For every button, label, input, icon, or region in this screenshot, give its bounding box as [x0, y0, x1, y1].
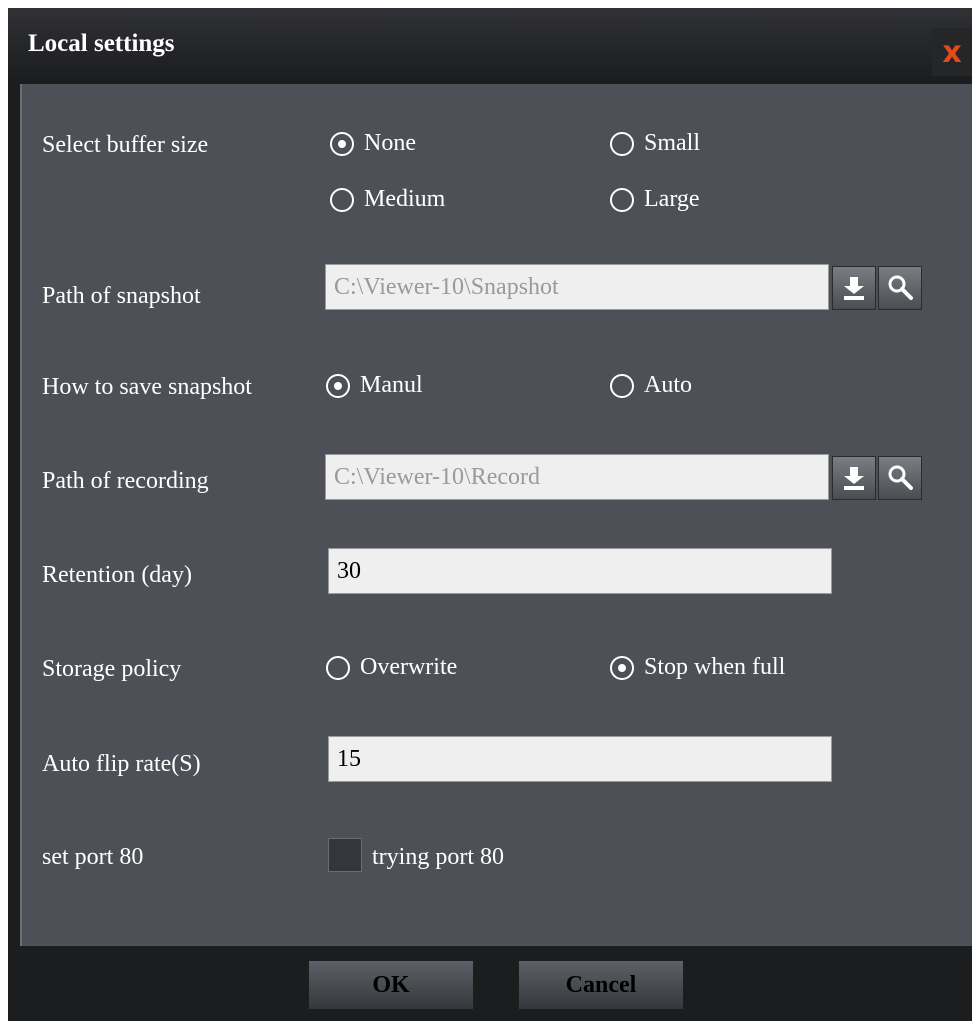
download-icon [844, 277, 864, 300]
search-icon [888, 465, 913, 490]
radio-save-auto[interactable]: Auto [610, 372, 692, 399]
buffer-size-label: Select buffer size [42, 132, 209, 158]
recording-download-button[interactable] [832, 456, 876, 500]
port-label: set port 80 [42, 844, 144, 870]
radio-indicator [610, 373, 634, 398]
close-icon: x [942, 34, 962, 70]
radio-buffer-small[interactable]: Small [610, 130, 700, 157]
trying-port-checkbox[interactable] [328, 838, 362, 872]
radio-label: None [364, 130, 416, 156]
radio-label: Auto [644, 372, 692, 398]
radio-label: Overwrite [360, 654, 458, 680]
radio-label: Medium [364, 186, 446, 212]
retention-label: Retention (day) [42, 562, 192, 588]
recording-path-field[interactable]: C:\Viewer-10\Record [325, 454, 829, 500]
cancel-button[interactable]: Cancel [518, 960, 684, 1010]
auto-flip-input[interactable]: 15 [328, 736, 832, 782]
radio-policy-overwrite[interactable]: Overwrite [326, 654, 457, 681]
snapshot-path-label: Path of snapshot [42, 283, 201, 309]
download-icon [844, 467, 864, 490]
radio-policy-stop-when-full[interactable]: Stop when full [610, 654, 785, 681]
dialog-footer: OK Cancel [20, 946, 972, 1021]
search-icon [888, 275, 913, 300]
title-bar[interactable]: Local settings x [8, 8, 972, 76]
radio-indicator [610, 187, 634, 212]
dialog-title: Local settings [28, 30, 175, 57]
close-button[interactable]: x [932, 28, 972, 76]
storage-policy-label: Storage policy [42, 656, 182, 682]
radio-selected-dot [618, 663, 626, 672]
recording-path-value: C:\Viewer-10\Record [334, 463, 541, 490]
radio-indicator [330, 187, 354, 212]
snapshot-path-value: C:\Viewer-10\Snapshot [334, 273, 559, 300]
radio-label: Small [644, 130, 701, 156]
radio-selected-dot [338, 139, 346, 148]
radio-label: Manul [360, 372, 423, 398]
ok-button-label: OK [372, 971, 410, 998]
radio-indicator [330, 131, 354, 156]
radio-save-manual[interactable]: Manul [326, 372, 423, 399]
retention-input[interactable]: 30 [328, 548, 832, 594]
ok-button[interactable]: OK [308, 960, 474, 1010]
radio-indicator [610, 655, 634, 680]
radio-label: Stop when full [644, 654, 786, 680]
local-settings-dialog: Local settings x Select buffer size None… [8, 8, 972, 1021]
radio-buffer-none[interactable]: None [330, 130, 416, 157]
radio-label: Large [644, 186, 700, 212]
radio-indicator [326, 655, 350, 680]
retention-value: 30 [337, 557, 361, 584]
radio-selected-dot [334, 381, 342, 390]
cancel-button-label: Cancel [565, 971, 637, 998]
auto-flip-label: Auto flip rate(S) [42, 751, 201, 777]
snapshot-download-button[interactable] [832, 266, 876, 310]
radio-buffer-large[interactable]: Large [610, 186, 700, 213]
settings-panel: Select buffer size None Small Medium Lar… [20, 84, 972, 946]
recording-path-label: Path of recording [42, 468, 209, 494]
radio-indicator [326, 373, 350, 398]
recording-browse-button[interactable] [878, 456, 922, 500]
auto-flip-value: 15 [337, 745, 361, 772]
trying-port-label[interactable]: trying port 80 [372, 844, 504, 871]
snapshot-save-label: How to save snapshot [42, 374, 252, 400]
snapshot-path-field[interactable]: C:\Viewer-10\Snapshot [325, 264, 829, 310]
radio-buffer-medium[interactable]: Medium [330, 186, 445, 213]
snapshot-browse-button[interactable] [878, 266, 922, 310]
radio-indicator [610, 131, 634, 156]
